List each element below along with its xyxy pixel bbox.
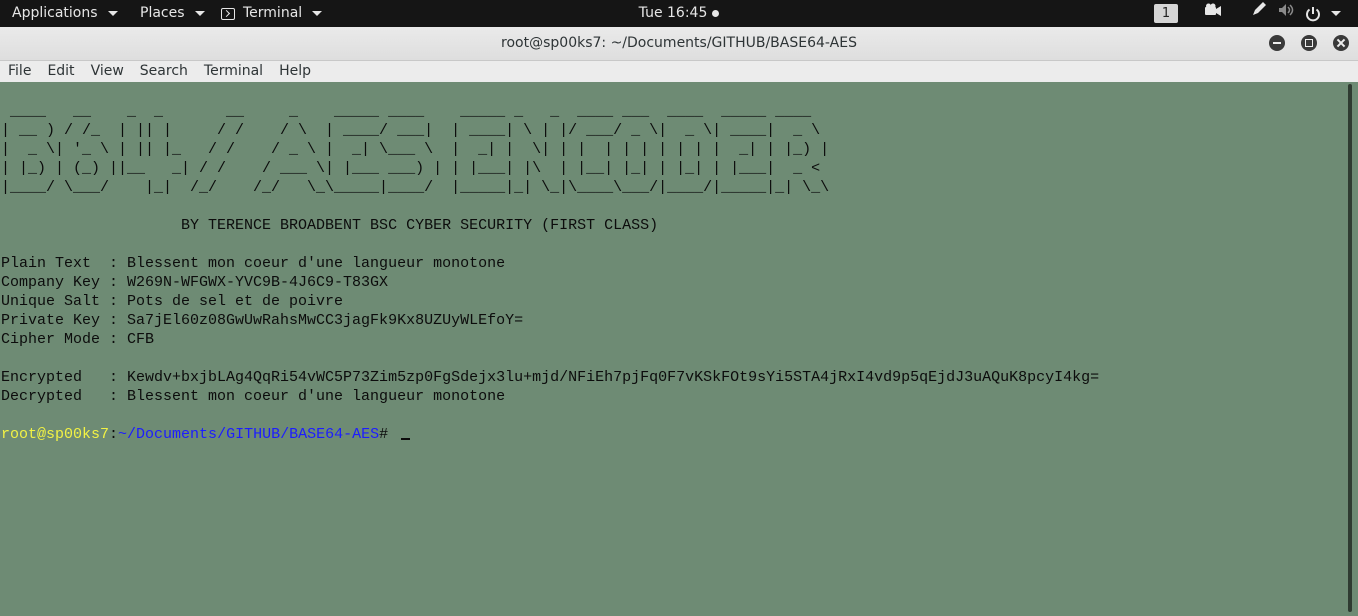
- window-title: root@sp00ks7: ~/Documents/GITHUB/BASE64-…: [501, 35, 857, 51]
- pen-icon[interactable]: [1249, 0, 1269, 27]
- workspace-indicator[interactable]: 1: [1154, 4, 1178, 23]
- window-title-bar[interactable]: root@sp00ks7: ~/Documents/GITHUB/BASE64-…: [0, 27, 1358, 61]
- menu-terminal[interactable]: Terminal: [196, 61, 271, 82]
- cipher-mode-line: Cipher Mode : CFB: [1, 331, 155, 348]
- minimize-button[interactable]: [1269, 35, 1285, 51]
- terminal-output[interactable]: ____ __ _ _ __ _ _____ ____ _____ _ _ __…: [0, 82, 1344, 616]
- ascii-banner: ____ __ _ _ __ _ _____ ____ _____ _ _ __…: [0, 102, 1344, 197]
- chevron-down-icon: [1331, 11, 1341, 16]
- camera-icon[interactable]: [1203, 0, 1223, 27]
- terminal-app-menu[interactable]: Terminal: [221, 0, 323, 27]
- prompt-path: ~/Documents/GITHUB/BASE64-AES: [118, 426, 380, 443]
- volume-icon[interactable]: [1277, 0, 1297, 27]
- encrypted-line: Encrypted : Kewdv+bxjbLAg4QqRi54vWC5P73Z…: [1, 369, 1100, 386]
- menu-view[interactable]: View: [83, 61, 132, 82]
- decrypted-line: Decrypted : Blessent mon coeur d'une lan…: [1, 388, 506, 405]
- prompt-user: root@sp00ks7: [1, 426, 110, 443]
- chevron-down-icon: [194, 11, 205, 16]
- prompt-separator: :: [109, 426, 119, 443]
- clock-label: Tue 16:45: [638, 5, 708, 21]
- terminal-app-label: Terminal: [243, 5, 303, 21]
- plain-text-line: Plain Text : Blessent mon coeur d'une la…: [1, 255, 506, 272]
- banner-line: | |_) | (_) ||__ _| / / / ___ \| |___ __…: [1, 160, 830, 177]
- close-button[interactable]: [1333, 35, 1349, 51]
- places-menu[interactable]: Places: [140, 0, 205, 27]
- maximize-button[interactable]: [1301, 35, 1317, 51]
- applications-menu[interactable]: Applications: [12, 0, 118, 27]
- menu-bar: File Edit View Search Terminal Help: [0, 61, 1358, 83]
- menu-edit[interactable]: Edit: [39, 61, 82, 82]
- menu-help[interactable]: Help: [271, 61, 319, 82]
- menu-file[interactable]: File: [0, 61, 39, 82]
- menu-search[interactable]: Search: [132, 61, 196, 82]
- author-line: BY TERENCE BROADBENT BSC CYBER SECURITY …: [1, 217, 659, 234]
- company-key-line: Company Key : W269N-WFGWX-YVC9B-4J6C9-T8…: [1, 274, 389, 291]
- power-menu[interactable]: [1305, 0, 1341, 27]
- banner-line: ____ __ _ _ __ _ _____ ____ _____ _ _ __…: [1, 103, 830, 120]
- shell-prompt[interactable]: root@sp00ks7:~/Documents/GITHUB/BASE64-A…: [0, 425, 1344, 444]
- private-key-line: Private Key : Sa7jEl60z08GwUwRahsMwCC3ja…: [1, 312, 524, 329]
- chevron-down-icon: [312, 11, 323, 16]
- terminal-icon: [221, 7, 235, 20]
- clock-button[interactable]: Tue 16:45: [639, 5, 720, 21]
- unique-salt-line: Unique Salt : Pots de sel et de poivre: [1, 293, 344, 310]
- power-icon: [1306, 6, 1320, 21]
- applications-label: Applications: [12, 5, 98, 21]
- banner-line: |____/ \___/ |_| /_/ /_/ \_\_____|____/ …: [1, 179, 830, 196]
- chevron-down-icon: [107, 11, 118, 16]
- scrollbar-thumb[interactable]: [1348, 84, 1352, 612]
- notification-dot-icon: [712, 9, 720, 17]
- top-bar: Applications Places Terminal Tue 16:45 1: [0, 0, 1358, 27]
- banner-line: | _ \| '_ \ | || |_ / / / _ \ | _| \___ …: [1, 141, 830, 158]
- places-label: Places: [140, 5, 185, 21]
- scrollbar[interactable]: [1344, 82, 1358, 616]
- banner-line: | __ ) / /_ | || | / / / \ | ____/ ___| …: [1, 122, 830, 139]
- prompt-symbol: #: [379, 426, 398, 443]
- text-cursor: [401, 438, 411, 440]
